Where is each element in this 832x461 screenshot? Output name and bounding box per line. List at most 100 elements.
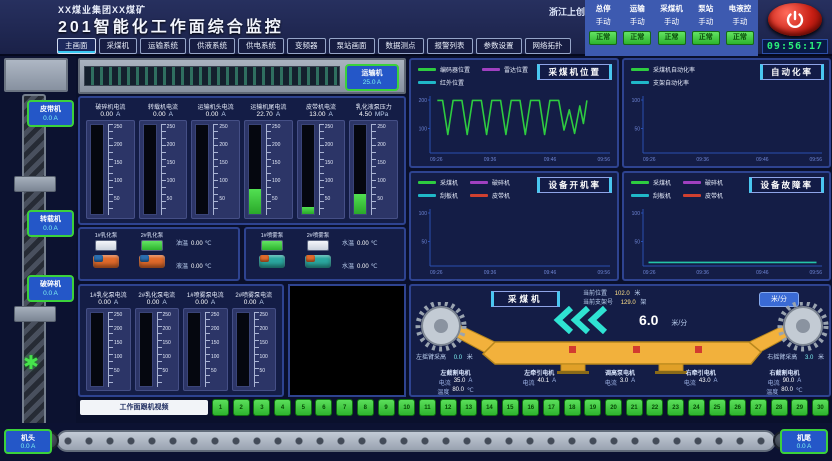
pump-icon	[296, 255, 340, 275]
temp-label: 水温	[342, 241, 354, 247]
pump-label: 1#乳化泵	[84, 231, 128, 239]
mode-status-button[interactable]: 正常	[623, 31, 651, 45]
gauge-tick-label: 250	[219, 125, 236, 130]
legend-item: 采煤机	[631, 178, 671, 187]
pump-temp-row: 液温0.00℃	[176, 261, 234, 270]
mode-status-button[interactable]: 正常	[692, 31, 720, 45]
gauge-scale: 25020015010050	[205, 312, 224, 387]
support-button[interactable]: 10	[398, 399, 415, 416]
rail-button-label: 皮带机	[29, 104, 72, 114]
support-button[interactable]: 1	[212, 399, 229, 416]
support-button[interactable]: 3	[253, 399, 270, 416]
support-button[interactable]: 15	[502, 399, 519, 416]
belt-tail-button[interactable]: 机尾 0.0 A	[780, 429, 828, 454]
support-button[interactable]: 30	[812, 399, 829, 416]
support-button[interactable]: 11	[419, 399, 436, 416]
support-button[interactable]: 16	[522, 399, 539, 416]
mode-state-label: 手动	[587, 16, 619, 27]
support-button[interactable]: 14	[481, 399, 498, 416]
support-button[interactable]: 21	[626, 399, 643, 416]
mode-status-button[interactable]: 正常	[658, 31, 686, 45]
support-button[interactable]: 26	[729, 399, 746, 416]
svg-text:09:26: 09:26	[643, 270, 656, 276]
rail-button[interactable]: 转载机0.0 A	[27, 210, 74, 237]
shearer-panel: 采煤机 当前位置 102.0 米 当前支架号 129.0 架 米/分 6.0 米…	[409, 284, 831, 397]
tab-item[interactable]: 泵站画面	[329, 38, 375, 54]
support-button[interactable]: 7	[336, 399, 353, 416]
support-button[interactable]: 17	[543, 399, 560, 416]
support-button[interactable]: 4	[274, 399, 291, 416]
gauge-scale: 25020015010050	[213, 124, 236, 215]
support-button[interactable]: 24	[688, 399, 705, 416]
belt-head-label: 机头	[6, 433, 50, 443]
support-button[interactable]: 27	[750, 399, 767, 416]
chart-legend: 采煤机破碎机刮板机皮带机	[631, 178, 723, 200]
gauge-value: 0.00A	[147, 299, 167, 306]
legend-label: 皮带机	[705, 191, 723, 200]
rail-button[interactable]: 破碎机0.0 A	[27, 275, 74, 302]
tab-item[interactable]: 网络拓扑	[525, 38, 571, 54]
gauge-tick-label: 200	[163, 327, 176, 332]
gauge-unit: A	[276, 111, 280, 118]
pump-indicator[interactable]	[141, 240, 163, 251]
mode-status-button[interactable]: 正常	[589, 31, 617, 45]
chart-title: 设备开机率	[537, 177, 612, 193]
gauge-label: 2#喷雾泵电流	[235, 290, 272, 299]
pump-indicator[interactable]	[95, 240, 117, 251]
afc-button-label: 运输机	[347, 68, 397, 78]
support-button[interactable]: 18	[564, 399, 581, 416]
tab-item[interactable]: 采煤机	[99, 38, 138, 54]
gauge-value: 22.70A	[257, 111, 281, 118]
support-button[interactable]: 25	[709, 399, 726, 416]
support-button[interactable]: 5	[295, 399, 312, 416]
svg-text:09:56: 09:56	[597, 270, 610, 276]
tab-item[interactable]: 运输系统	[140, 38, 186, 54]
pump-indicator[interactable]	[261, 240, 283, 251]
support-button[interactable]: 29	[791, 399, 808, 416]
belt-head-button[interactable]: 机头 0.0 A	[4, 429, 52, 454]
afc-button[interactable]: 运输机 25.0 A	[345, 64, 399, 91]
stat-label: 电流	[439, 378, 451, 387]
tab-item[interactable]: 供电系统	[238, 38, 284, 54]
support-button[interactable]: 28	[771, 399, 788, 416]
support-button[interactable]: 20	[605, 399, 622, 416]
vendor-name: 浙江上创	[549, 5, 585, 18]
pump-indicator[interactable]	[307, 240, 329, 251]
gauge-tick-label: 100	[211, 355, 224, 360]
support-button[interactable]: 12	[440, 399, 457, 416]
support-button[interactable]: 19	[584, 399, 601, 416]
gauge-tick-label: 200	[114, 143, 131, 148]
tab-item[interactable]: 报警列表	[427, 38, 473, 54]
tab-item[interactable]: 数据测点	[378, 38, 424, 54]
gauge: 运输机尾电流22.70A25020015010050	[244, 102, 293, 219]
legend-item: 雷达位置	[482, 65, 528, 74]
mode-status-button[interactable]: 正常	[726, 31, 754, 45]
temp-label: 水温	[342, 264, 354, 270]
support-button[interactable]: 6	[315, 399, 332, 416]
support-button[interactable]: 23	[667, 399, 684, 416]
pump-temps: 水温0.00℃水温0.00℃	[342, 231, 400, 277]
gauge-value: 0.00A	[244, 299, 264, 306]
emergency-stop-button[interactable]	[768, 3, 822, 36]
support-button[interactable]: 22	[646, 399, 663, 416]
support-button[interactable]: 2	[233, 399, 250, 416]
gauge-bar	[301, 124, 315, 215]
tab-item[interactable]: 参数设置	[476, 38, 522, 54]
stat-value: 43.0	[699, 378, 711, 387]
tab-item[interactable]: 供液系统	[189, 38, 235, 54]
rail-button[interactable]: 皮带机0.0 A	[27, 100, 74, 127]
svg-text:09:36: 09:36	[696, 270, 709, 276]
gauge-value-number: 0.00	[153, 111, 166, 118]
support-button[interactable]: 8	[357, 399, 374, 416]
gauge-value-number: 0.00	[244, 299, 257, 306]
tab-item[interactable]: 变频器	[287, 38, 326, 54]
gauge-value: 0.00A	[153, 111, 173, 118]
stat-label: 电流	[605, 378, 617, 387]
chart-run-rate: 设备开机率采煤机破碎机刮板机皮带机1005009:2609:3609:4609:…	[409, 171, 619, 281]
position-label: 当前位置	[583, 291, 607, 297]
mode-label: 采煤机	[655, 3, 687, 14]
support-button[interactable]: 13	[460, 399, 477, 416]
tab-item[interactable]: 主画面	[57, 38, 96, 54]
gauge-tick-label: 100	[272, 179, 289, 184]
support-button[interactable]: 9	[378, 399, 395, 416]
